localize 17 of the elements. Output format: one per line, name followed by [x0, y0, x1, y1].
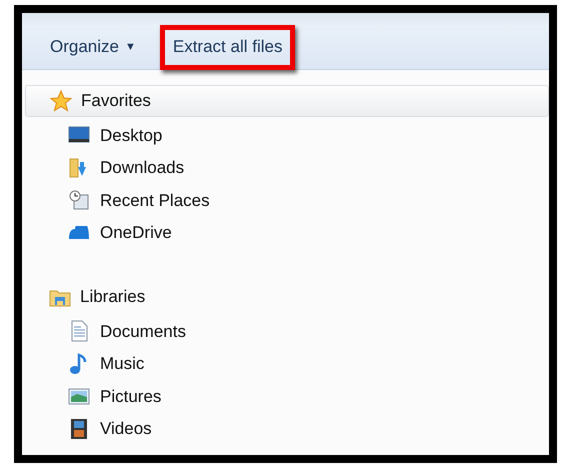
- extract-all-files-button[interactable]: Extract all files: [160, 24, 296, 70]
- nav-item[interactable]: Pictures: [100, 384, 162, 409]
- clock-window-icon: [68, 189, 90, 212]
- nav-item[interactable]: Desktop: [100, 122, 162, 148]
- nav-item[interactable]: Documents: [100, 318, 186, 344]
- organize-menu[interactable]: Organize ▼: [50, 34, 136, 60]
- caret-icon: ▼: [124, 38, 136, 56]
- nav-item[interactable]: OneDrive: [100, 220, 172, 246]
- cloud-icon: [68, 226, 90, 240]
- nav-item[interactable]: Music: [100, 351, 144, 376]
- nav-group-label[interactable]: Favorites: [81, 88, 151, 114]
- nav-item[interactable]: Recent Places: [100, 188, 210, 213]
- nav-item[interactable]: Downloads: [100, 155, 184, 180]
- star-icon: [50, 90, 72, 112]
- film-strip-icon: [68, 418, 90, 440]
- nav-group-label[interactable]: Libraries: [80, 284, 146, 310]
- nav-item[interactable]: Videos: [100, 416, 152, 442]
